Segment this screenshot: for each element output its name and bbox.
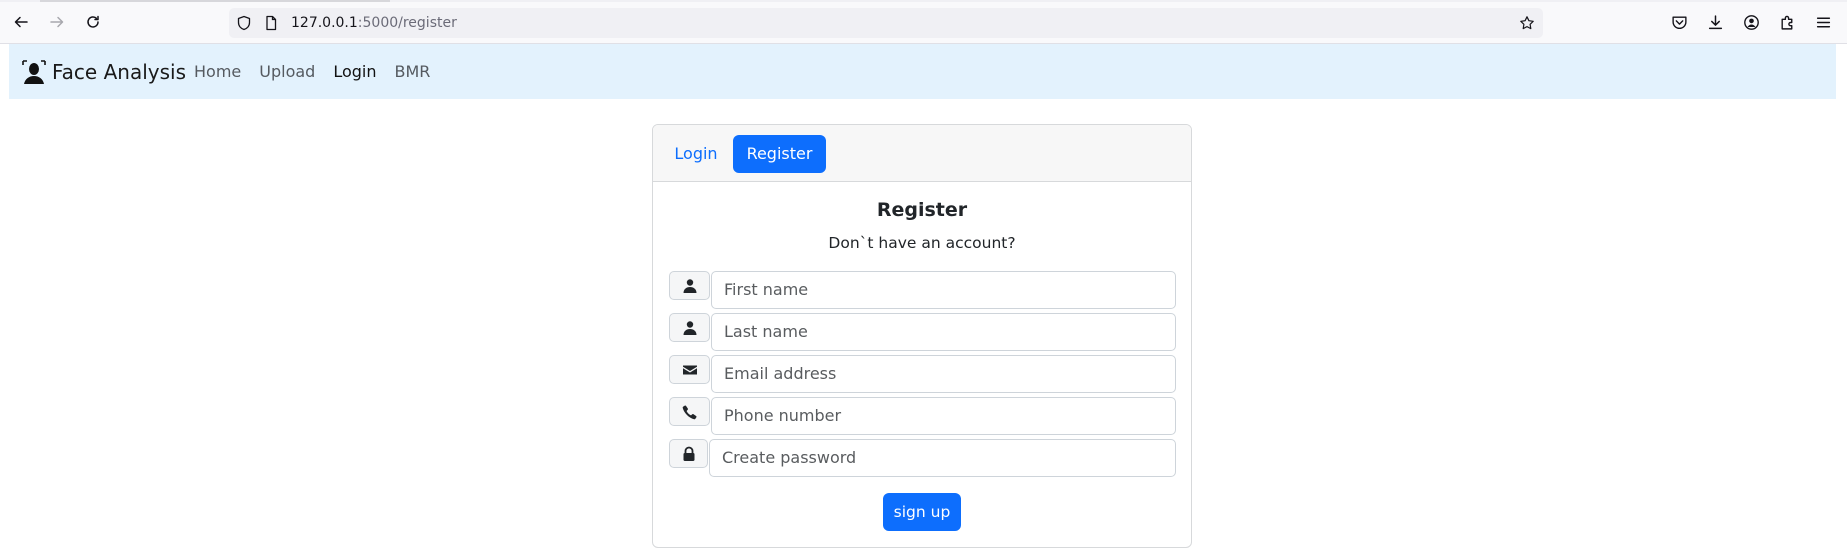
email-input[interactable]: Email address [711, 355, 1176, 393]
url-path: :5000/register [357, 15, 457, 31]
page-icon[interactable] [263, 15, 279, 31]
signup-button[interactable]: sign up [883, 493, 961, 531]
tab-strip [0, 0, 1847, 2]
first-name-input[interactable]: First name [711, 271, 1176, 309]
reload-icon [87, 15, 99, 28]
arrow-left-icon [14, 16, 28, 28]
email-addon [669, 355, 710, 384]
url-host: 127.0.0.1 [291, 15, 358, 31]
nav-upload[interactable]: Upload [259, 62, 315, 82]
account-button[interactable] [1741, 12, 1761, 32]
download-icon [1708, 14, 1722, 29]
password-addon [669, 439, 708, 468]
form-subtitle: Don`t have an account? [828, 234, 1016, 252]
back-button[interactable] [10, 11, 32, 33]
first-name-addon [669, 271, 710, 300]
star-icon[interactable] [1519, 15, 1535, 31]
nav-login[interactable]: Login [333, 62, 376, 82]
reload-button[interactable] [82, 11, 104, 33]
hamburger-icon [1816, 17, 1830, 27]
downloads-button[interactable] [1705, 12, 1725, 32]
phone-addon [669, 397, 710, 426]
register-card: Login Register Register Don`t have an ac… [652, 124, 1192, 548]
pocket-icon [1671, 15, 1687, 29]
face-silhouette-icon [22, 60, 46, 84]
brand-link[interactable]: Face Analysis [21, 59, 186, 85]
user-icon [683, 278, 696, 293]
tab-register[interactable]: Register [733, 135, 826, 173]
first-name-group: First name [669, 271, 1176, 309]
email-group: Email address [669, 355, 1176, 393]
tab-login[interactable]: Login [667, 135, 725, 173]
last-name-addon [669, 313, 710, 342]
password-input[interactable]: Create password [709, 439, 1176, 477]
puzzle-icon [1780, 15, 1792, 30]
browser-toolbar: 127.0.0.1:5000/register [0, 0, 1847, 44]
card-header: Login Register [653, 125, 1191, 182]
nav-links: Home Upload Login BMR [194, 62, 448, 82]
forward-button[interactable] [46, 11, 68, 33]
account-icon [1743, 14, 1759, 30]
phone-icon [682, 405, 696, 419]
app-navbar: Face Analysis Home Upload Login BMR [9, 44, 1836, 99]
brand-name: Face Analysis [52, 60, 186, 84]
address-bar[interactable]: 127.0.0.1:5000/register [229, 8, 1543, 38]
lock-icon [683, 446, 694, 461]
pocket-button[interactable] [1669, 12, 1689, 32]
envelope-icon [682, 365, 697, 374]
nav-bmr[interactable]: BMR [394, 62, 430, 82]
password-group: Create password [669, 439, 1176, 477]
last-name-input[interactable]: Last name [711, 313, 1176, 351]
user-icon [683, 320, 696, 335]
last-name-group: Last name [669, 313, 1176, 351]
nav-home[interactable]: Home [194, 62, 241, 82]
phone-input[interactable]: Phone number [711, 397, 1176, 435]
arrow-right-icon [50, 16, 64, 28]
shield-icon[interactable] [236, 15, 252, 31]
extensions-button[interactable] [1777, 12, 1797, 32]
menu-button[interactable] [1813, 12, 1833, 32]
url-text[interactable]: 127.0.0.1:5000/register [291, 14, 457, 32]
active-tab-indicator [40, 0, 390, 2]
form-title: Register [876, 199, 968, 221]
phone-group: Phone number [669, 397, 1176, 435]
